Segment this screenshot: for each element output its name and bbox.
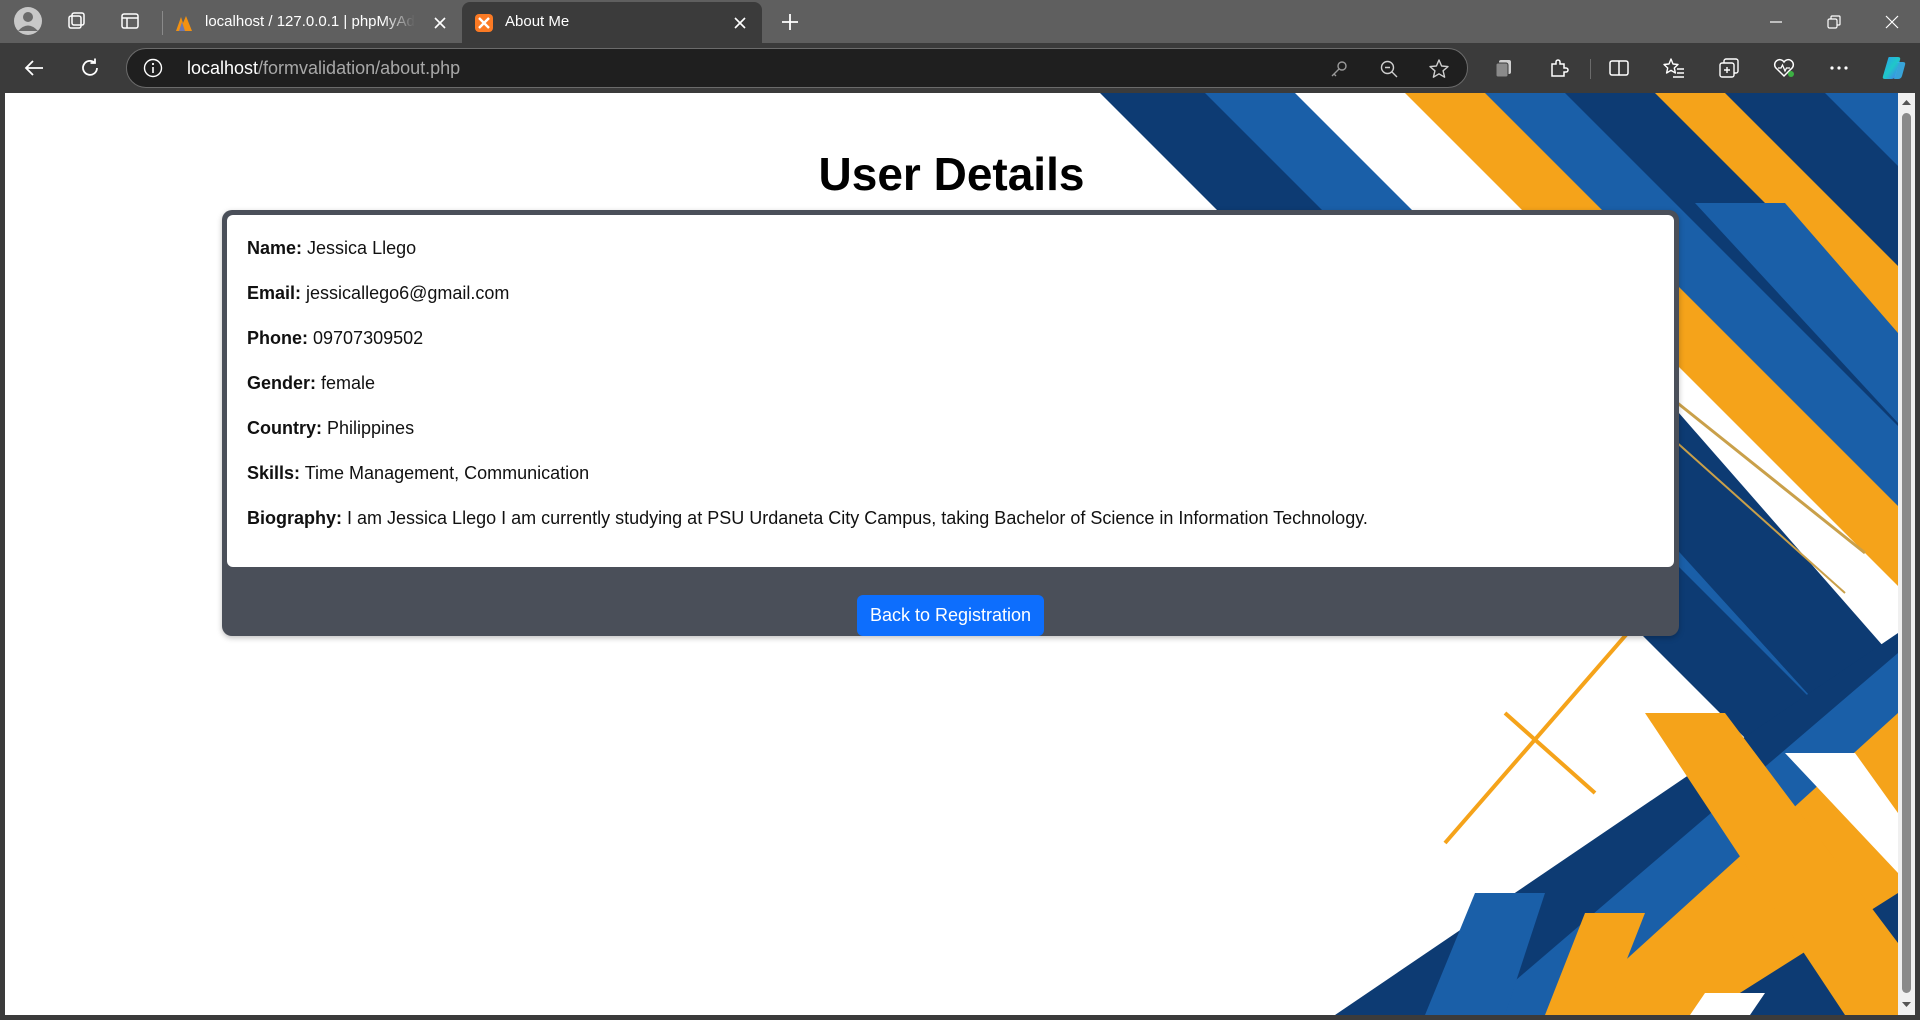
scroll-up-arrow-icon[interactable] xyxy=(1901,97,1912,108)
minimize-button[interactable] xyxy=(1748,0,1804,43)
tab-about-me[interactable]: About Me xyxy=(462,2,762,43)
workspaces-button[interactable] xyxy=(57,4,97,38)
user-details-card: Name: Jessica Llego Email: jessicallego6… xyxy=(222,210,1679,636)
tab-actions-icon xyxy=(121,13,139,29)
page-scrollbar[interactable] xyxy=(1898,93,1915,1015)
tab-title: About Me xyxy=(505,13,570,30)
zoom-out-icon[interactable] xyxy=(1377,57,1401,81)
extensions-icon[interactable] xyxy=(1545,54,1573,82)
profile-avatar-button[interactable] xyxy=(8,4,48,38)
password-key-icon[interactable] xyxy=(1327,57,1351,81)
scroll-thumb[interactable] xyxy=(1902,113,1911,993)
new-tab-button[interactable] xyxy=(772,4,808,40)
back-button[interactable] xyxy=(16,50,52,86)
url-path: /formvalidation/about.php xyxy=(258,58,461,78)
collections-add-icon[interactable] xyxy=(1715,54,1743,82)
more-menu-icon[interactable] xyxy=(1825,54,1853,82)
xampp-icon xyxy=(475,14,493,32)
detail-row-gender: Gender: female xyxy=(247,370,1654,396)
browser-toolbar: localhost/formvalidation/about.php xyxy=(0,43,1920,93)
detail-value: female xyxy=(321,373,376,393)
tab-separator xyxy=(162,11,163,35)
close-window-button[interactable] xyxy=(1864,0,1920,43)
collections-icon[interactable] xyxy=(1490,54,1518,82)
profile-icon xyxy=(14,7,42,35)
copilot-icon[interactable] xyxy=(1880,54,1908,82)
refresh-button[interactable] xyxy=(72,50,108,86)
detail-value: 09707309502 xyxy=(313,328,424,348)
toolbar-divider xyxy=(1590,59,1591,79)
detail-value: Jessica Llego xyxy=(307,238,417,258)
detail-label: Biography: xyxy=(247,508,343,528)
arrow-left-icon xyxy=(24,60,43,76)
split-screen-icon[interactable] xyxy=(1605,54,1633,82)
user-details-panel: Name: Jessica Llego Email: jessicallego6… xyxy=(227,215,1674,567)
detail-label: Gender: xyxy=(247,373,317,393)
restore-icon xyxy=(1827,14,1841,29)
detail-row-skills: Skills: Time Management, Communication xyxy=(247,460,1654,486)
back-to-registration-button[interactable]: Back to Registration xyxy=(857,595,1044,636)
favorite-star-icon[interactable] xyxy=(1427,57,1451,81)
close-tab-icon[interactable] xyxy=(430,13,450,33)
page-title: User Details xyxy=(818,148,1085,200)
url-text[interactable]: localhost/formvalidation/about.php xyxy=(187,58,460,79)
favorites-icon[interactable] xyxy=(1660,54,1688,82)
address-bar[interactable]: localhost/formvalidation/about.php xyxy=(126,48,1468,88)
workspaces-icon xyxy=(68,12,85,29)
close-icon xyxy=(1885,15,1899,28)
detail-row-phone: Phone: 09707309502 xyxy=(247,325,1654,351)
detail-label: Country: xyxy=(247,418,322,438)
detail-value: Time Management, Communication xyxy=(304,463,590,483)
page-viewport: User Details Name: Jessica Llego Email: … xyxy=(5,93,1898,1015)
detail-label: Skills: xyxy=(247,463,301,483)
detail-row-biography: Biography: I am Jessica Llego I am curre… xyxy=(247,505,1654,531)
refresh-icon xyxy=(82,58,98,76)
browser-titlebar: localhost / 127.0.0.1 | phpMyAdmin About… xyxy=(0,0,1920,43)
detail-label: Name: xyxy=(247,238,303,258)
tab-phpmyadmin[interactable]: localhost / 127.0.0.1 | phpMyAdmin xyxy=(162,2,462,43)
detail-row-name: Name: Jessica Llego xyxy=(247,235,1654,261)
detail-value: I am Jessica Llego I am currently studyi… xyxy=(347,508,1368,528)
detail-row-country: Country: Philippines xyxy=(247,415,1654,441)
info-icon[interactable] xyxy=(143,58,163,78)
detail-label: Email: xyxy=(247,283,302,303)
vertical-tabs-button[interactable] xyxy=(110,4,150,38)
detail-label: Phone: xyxy=(247,328,308,348)
url-host: localhost xyxy=(187,58,259,78)
browser-essentials-icon[interactable] xyxy=(1770,54,1798,82)
tab-title: localhost / 127.0.0.1 | phpMyAdmin xyxy=(205,13,415,30)
minimize-icon xyxy=(1770,20,1782,23)
phpmyadmin-icon xyxy=(176,16,192,31)
scroll-down-arrow-icon[interactable] xyxy=(1901,999,1912,1010)
detail-row-email: Email: jessicallego6@gmail.com xyxy=(247,280,1654,306)
close-tab-icon[interactable] xyxy=(730,13,750,33)
detail-value: Philippines xyxy=(327,418,415,438)
plus-icon xyxy=(782,14,798,30)
restore-button[interactable] xyxy=(1806,0,1862,43)
detail-value: jessicallego6@gmail.com xyxy=(306,283,510,303)
